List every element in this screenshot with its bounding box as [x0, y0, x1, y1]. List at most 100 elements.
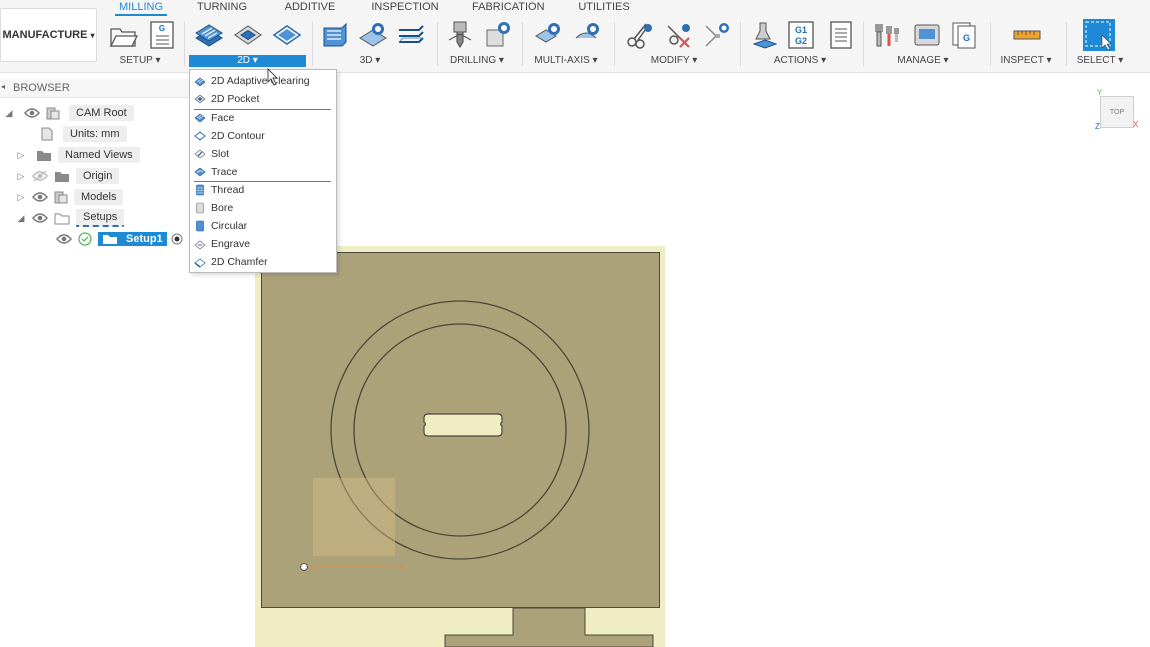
eye-icon[interactable] — [56, 233, 72, 245]
svg-text:G1: G1 — [795, 25, 807, 35]
tab-fabrication[interactable]: FABRICATION — [472, 0, 545, 14]
3d-contour-icon[interactable] — [396, 20, 426, 50]
measure-icon[interactable] — [1012, 20, 1042, 50]
setup1-label-box[interactable]: Setup1 — [98, 232, 167, 246]
menu-item-bore[interactable]: Bore — [194, 200, 233, 216]
viewcube-axis-z: Z — [1095, 122, 1100, 131]
drilling-group-label: DRILLING — [450, 55, 497, 66]
collapse-arrow-icon[interactable]: ◂ — [1, 82, 5, 91]
svg-text:G: G — [963, 33, 970, 43]
menu-item-circular[interactable]: Circular — [194, 218, 247, 234]
menu-item-2d-pocket[interactable]: 2D Pocket — [194, 91, 259, 107]
browser-header[interactable]: ◂ BROWSER — [0, 79, 190, 98]
collapsed-triangle-icon[interactable]: ▷ — [16, 150, 26, 161]
thread-icon — [196, 184, 204, 196]
divider — [522, 22, 523, 66]
collapsed-triangle-icon[interactable]: ▷ — [16, 171, 26, 182]
origin-marker-icon — [300, 563, 308, 571]
3d-adaptive-icon[interactable] — [320, 20, 350, 50]
setup-folder-icon — [103, 235, 117, 244]
tree-node-cam-root[interactable]: ◢ CAM Root — [4, 103, 183, 123]
face-icon[interactable] — [272, 20, 302, 50]
multi-axis-group-button[interactable]: MULTI-AXIS ▾ — [530, 55, 602, 67]
nc-program-icon[interactable]: G — [147, 20, 177, 50]
2d-adaptive-icon[interactable] — [194, 20, 224, 50]
tree-node-models[interactable]: ▷ Models — [4, 187, 183, 207]
tab-inspection[interactable]: INSPECTION — [370, 0, 440, 14]
machine-library-icon[interactable] — [912, 20, 942, 50]
drill-icon[interactable] — [445, 20, 475, 50]
menu-item-label: 2D Adaptive Clearing — [211, 75, 310, 87]
tool-library-icon[interactable] — [872, 20, 902, 50]
expanded-triangle-icon[interactable]: ◢ — [4, 108, 14, 119]
setup-folder-icon[interactable] — [108, 20, 138, 50]
drilling-group-button[interactable]: DRILLING ▾ — [447, 55, 507, 67]
tab-additive[interactable]: ADDITIVE — [280, 0, 340, 14]
hole-recognition-icon[interactable] — [483, 20, 513, 50]
menu-item-label: Circular — [211, 220, 248, 232]
multi-axis-contour-icon[interactable] — [573, 20, 603, 50]
tree-node-units[interactable]: Units: mm — [4, 124, 183, 144]
manage-group-button[interactable]: MANAGE ▾ — [893, 55, 953, 67]
inspect-group-button[interactable]: INSPECT ▾ — [997, 55, 1055, 67]
scissors-icon[interactable] — [624, 20, 654, 50]
tree-label: Named Views — [58, 147, 140, 163]
valid-check-icon — [78, 232, 92, 246]
setup-sheet-icon[interactable] — [826, 20, 856, 50]
activate-radio-icon[interactable] — [171, 233, 183, 245]
expanded-triangle-icon[interactable]: ◢ — [16, 213, 26, 224]
tree-label: Setup1 — [126, 233, 163, 245]
actions-group-button[interactable]: ACTIONS ▾ — [768, 55, 832, 67]
delete-toolpath-icon[interactable] — [664, 20, 694, 50]
menu-item-slot[interactable]: Slot — [194, 146, 229, 162]
tree-node-setup1[interactable]: Setup1 — [4, 229, 183, 249]
menu-item-label: 2D Contour — [211, 130, 265, 142]
2d-group-button[interactable]: 2D ▾ — [189, 55, 306, 67]
3d-group-button[interactable]: 3D ▾ — [350, 55, 390, 67]
swarf-icon[interactable] — [533, 20, 563, 50]
tab-utilities[interactable]: UTILITIES — [576, 0, 632, 14]
menu-item-trace[interactable]: Trace — [194, 164, 237, 180]
menu-item-face[interactable]: Face — [194, 110, 234, 126]
collapsed-triangle-icon[interactable]: ▷ — [16, 192, 26, 203]
tree-node-origin[interactable]: ▷ Origin — [4, 166, 183, 186]
workspace-switcher[interactable]: MANUFACTURE ▾ — [0, 8, 97, 62]
menu-item-thread[interactable]: Thread — [194, 182, 244, 198]
viewcube-face-label: TOP — [1109, 108, 1125, 116]
folder-icon — [37, 150, 51, 161]
tree-label: Setups — [76, 209, 125, 227]
modify-toolpath-icon[interactable] — [702, 20, 732, 50]
tab-milling[interactable]: MILLING — [115, 0, 167, 16]
model-icon — [54, 191, 68, 204]
tree-node-named-views[interactable]: ▷ Named Views — [4, 145, 183, 165]
eye-icon[interactable] — [24, 107, 40, 119]
tab-turning[interactable]: TURNING — [196, 0, 248, 14]
cam-root-icon — [46, 107, 60, 120]
modify-group-button[interactable]: MODIFY ▾ — [644, 55, 704, 67]
menu-item-label: 2D Pocket — [211, 93, 260, 105]
menu-item-label: Thread — [211, 184, 245, 196]
browser-title: BROWSER — [13, 82, 70, 94]
setup-group-button[interactable]: SETUP ▾ — [110, 55, 170, 67]
face-icon — [194, 113, 206, 123]
eye-icon[interactable] — [32, 212, 48, 224]
select-group-button[interactable]: SELECT ▾ — [1073, 55, 1127, 67]
select-icon[interactable] — [1082, 18, 1116, 52]
select-group-label: SELECT — [1076, 55, 1116, 66]
circular-icon — [196, 220, 204, 232]
menu-item-2d-chamfer[interactable]: 2D Chamfer — [194, 254, 268, 270]
menu-item-2d-contour[interactable]: 2D Contour — [194, 128, 265, 144]
divider — [312, 22, 313, 66]
eye-icon[interactable] — [32, 191, 48, 203]
lower-part-tab — [444, 607, 654, 647]
post-library-icon[interactable]: G — [950, 20, 980, 50]
3d-pocket-icon[interactable] — [358, 20, 388, 50]
menu-item-engrave[interactable]: Engrave — [194, 236, 250, 252]
post-process-g1g2-icon[interactable]: G1 G2 — [786, 20, 816, 50]
menu-item-2d-adaptive-clearing[interactable]: 2D Adaptive Clearing — [194, 73, 310, 89]
2d-pocket-icon[interactable] — [233, 20, 263, 50]
tree-node-setups[interactable]: ◢ Setups — [4, 208, 183, 228]
eye-hidden-icon[interactable] — [32, 170, 48, 182]
viewcube[interactable]: TOP — [1100, 96, 1134, 128]
simulate-icon[interactable] — [750, 20, 780, 50]
